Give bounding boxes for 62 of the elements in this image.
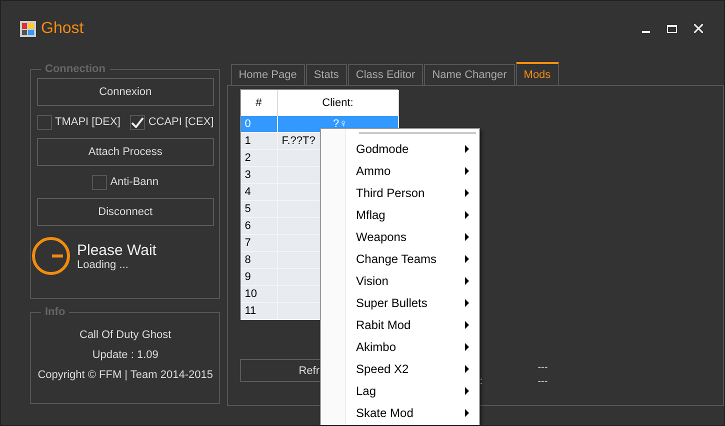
submenu-arrow-icon: [465, 167, 469, 175]
tab[interactable]: Name Changer: [424, 64, 515, 85]
menu-item[interactable]: Rabit Mod: [321, 314, 479, 336]
menu-item[interactable]: Lag: [321, 380, 479, 402]
menu-item[interactable]: Ammo: [321, 160, 479, 182]
column-header: Client:: [278, 90, 399, 116]
check-icon: [131, 116, 144, 128]
submenu-arrow-icon: [465, 343, 469, 351]
connect-button[interactable]: Connexion: [37, 78, 214, 106]
tab[interactable]: Class Editor: [348, 64, 424, 85]
table-cell: 6: [240, 218, 278, 235]
submenu-arrow-icon: [465, 255, 469, 263]
menu-item[interactable]: Speed X2: [321, 358, 479, 380]
disconnect-button[interactable]: Disconnect: [37, 198, 214, 226]
tab[interactable]: Mods: [516, 62, 559, 85]
menu-item[interactable]: Vision: [321, 270, 479, 292]
submenu-arrow-icon: [465, 365, 469, 373]
submenu-arrow-icon: [465, 299, 469, 307]
menu-item[interactable]: Third Person: [321, 182, 479, 204]
status-title: Please Wait: [77, 242, 156, 258]
checkbox[interactable]: CCAPI [CEX]: [130, 114, 214, 130]
menu-item[interactable]: Weapons: [321, 226, 479, 248]
app-icon: [20, 20, 36, 36]
table-cell: 4: [240, 184, 278, 201]
table-cell: 3: [240, 167, 278, 184]
table-cell: 5: [240, 201, 278, 218]
checkbox[interactable]: TMAPI [DEX]: [37, 114, 120, 130]
table-cell: 9: [240, 269, 278, 286]
attach-button[interactable]: Attach Process: [37, 138, 214, 166]
table-cell: 7: [240, 235, 278, 252]
submenu-arrow-icon: [465, 277, 469, 285]
menu-item[interactable]: Skate Mod: [321, 402, 479, 424]
stat-value: ---: [538, 376, 549, 387]
stat-value: ---: [538, 362, 549, 373]
checkbox[interactable]: Anti-Bann: [92, 174, 159, 190]
table-cell: 1: [240, 133, 278, 150]
menu-item[interactable]: Mflag: [321, 204, 479, 226]
table-cell: 8: [240, 252, 278, 269]
info-text: Call Of Duty Ghost: [78, 329, 172, 341]
stat-label: :: [480, 376, 484, 387]
submenu-arrow-icon: [465, 211, 469, 219]
menu-item[interactable]: Change Teams: [321, 248, 479, 270]
menu-item[interactable]: Akimbo: [321, 336, 479, 358]
tab[interactable]: Stats: [306, 64, 347, 85]
status-subtitle: Loading ...: [77, 258, 130, 270]
submenu-arrow-icon: [465, 145, 469, 153]
table-cell: 2: [240, 150, 278, 167]
submenu-arrow-icon: [465, 409, 469, 417]
loading-icon: [31, 236, 71, 276]
menu-item[interactable]: Super Bullets: [321, 292, 479, 314]
table-cell: 10: [240, 286, 278, 303]
table-cell: 11: [240, 303, 278, 320]
info-text: Update : 1.09: [91, 349, 160, 361]
table-cell: 0: [240, 116, 278, 133]
tab[interactable]: Home Page: [230, 64, 305, 85]
window-title: Ghost: [41, 20, 85, 38]
submenu-arrow-icon: [465, 321, 469, 329]
submenu-arrow-icon: [465, 387, 469, 395]
info-text: Copyright © FFM | Team 2014-2015: [37, 369, 214, 381]
submenu-arrow-icon: [465, 189, 469, 197]
column-header: #: [240, 90, 278, 116]
submenu-arrow-icon: [465, 233, 469, 241]
